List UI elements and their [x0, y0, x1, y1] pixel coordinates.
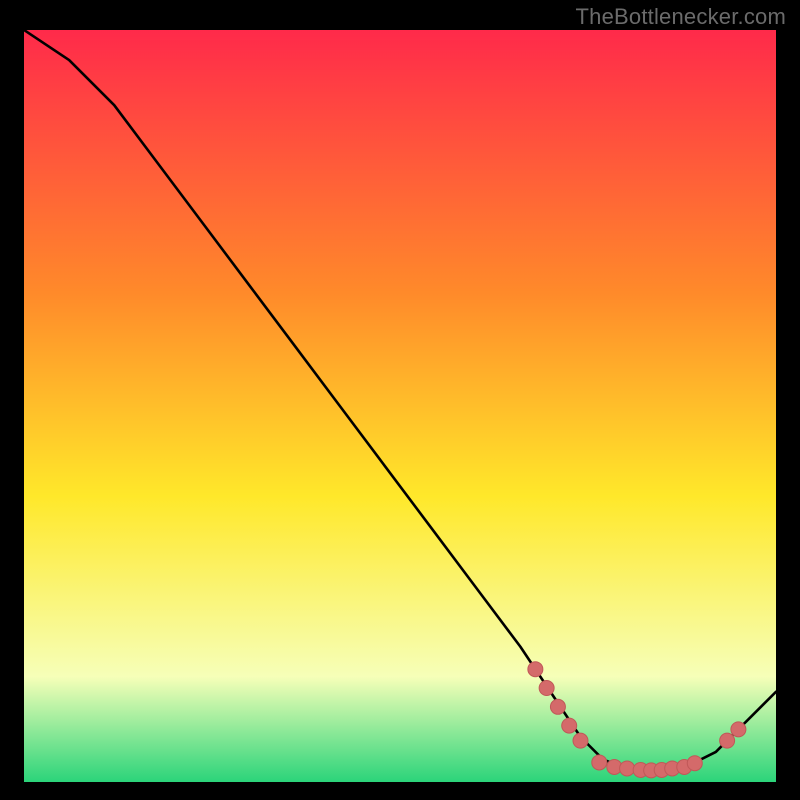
- curve-marker: [550, 699, 565, 714]
- curve-marker: [687, 756, 702, 771]
- curve-marker: [539, 681, 554, 696]
- watermark-label: TheBottlenecker.com: [576, 4, 786, 30]
- curve-marker: [731, 722, 746, 737]
- curve-marker: [592, 755, 607, 770]
- bottleneck-curve-chart: [24, 30, 776, 782]
- chart-background: [24, 30, 776, 782]
- curve-marker: [720, 733, 735, 748]
- chart-frame: TheBottlenecker.com: [0, 0, 800, 800]
- curve-marker: [562, 718, 577, 733]
- curve-marker: [620, 761, 635, 776]
- curve-marker: [528, 662, 543, 677]
- chart-plot: [24, 30, 776, 782]
- curve-marker: [573, 733, 588, 748]
